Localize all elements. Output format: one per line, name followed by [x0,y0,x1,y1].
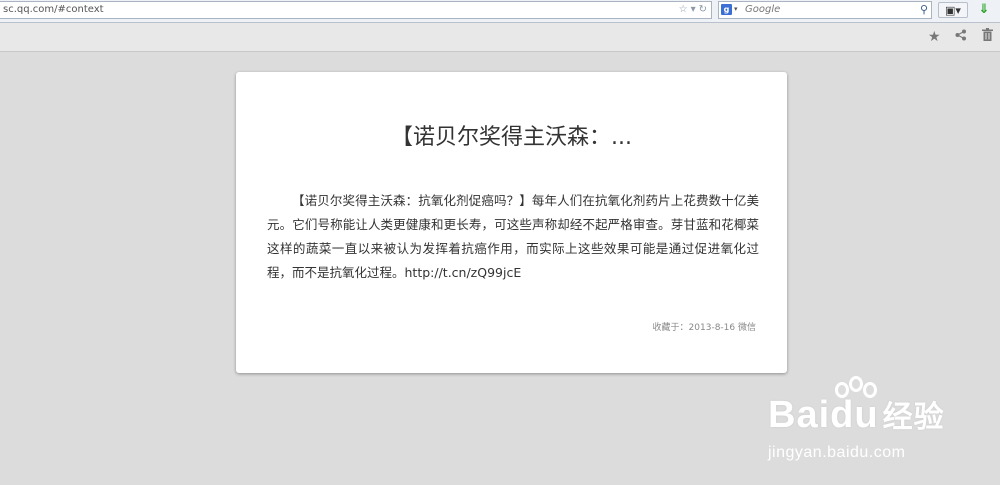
baidu-jingyan-watermark: Baidu 经验 jingyan.baidu.com [760,376,990,478]
magnifier-icon[interactable]: ⚲ [920,2,928,18]
share-icon[interactable] [955,28,967,46]
download-arrow-icon: ⇓ [978,2,990,17]
article-title: 【诺贝尔奖得主沃森：... [391,125,632,150]
watermark-brand-bai: Bai [768,394,831,436]
watermark-brand-du: du [830,394,879,436]
chevron-down-icon[interactable]: ▾ [691,2,696,18]
search-bar[interactable]: g ▾ Google ⚲ [718,1,932,19]
watermark-brand: Baidu 经验 [768,392,945,437]
article-body: 【诺贝尔奖得主沃森：抗氧化剂促癌吗？】每年人们在抗氧化剂药片上花费数十亿美元。它… [267,193,759,280]
search-engine-icon[interactable]: g [721,4,732,15]
watermark-brand-cn: 经验 [882,401,945,434]
reload-icon[interactable]: ↻ [699,2,707,18]
bookmarks-button[interactable]: ▣▾ [938,2,968,18]
trash-icon[interactable] [982,28,993,46]
article-meta: 收藏于：2013-8-16 微信 [652,323,756,333]
address-bar-url: sc.qq.com/#context [3,4,104,15]
address-bar-icons: ☆ ▾ ↻ [679,2,707,18]
browser-navigation-bar: sc.qq.com/#context ☆ ▾ ↻ g ▾ Google ⚲ ▣▾… [0,0,1000,23]
address-bar[interactable]: sc.qq.com/#context ☆ ▾ ↻ [0,1,712,19]
article-card: 【诺贝尔奖得主沃森：... 【诺贝尔奖得主沃森：抗氧化剂促癌吗？】每年人们在抗氧… [236,72,787,373]
search-engine-dropdown-icon[interactable]: ▾ [734,5,738,13]
bookmarks-icon: ▣▾ [945,4,961,17]
download-button[interactable]: ⇓ [974,2,994,18]
star-outline-icon[interactable]: ☆ [679,2,688,18]
app-toolbar: ★ [0,23,1000,52]
watermark-url: jingyan.baidu.com [768,444,906,461]
search-placeholder: Google [745,4,781,15]
star-icon[interactable]: ★ [928,28,941,46]
